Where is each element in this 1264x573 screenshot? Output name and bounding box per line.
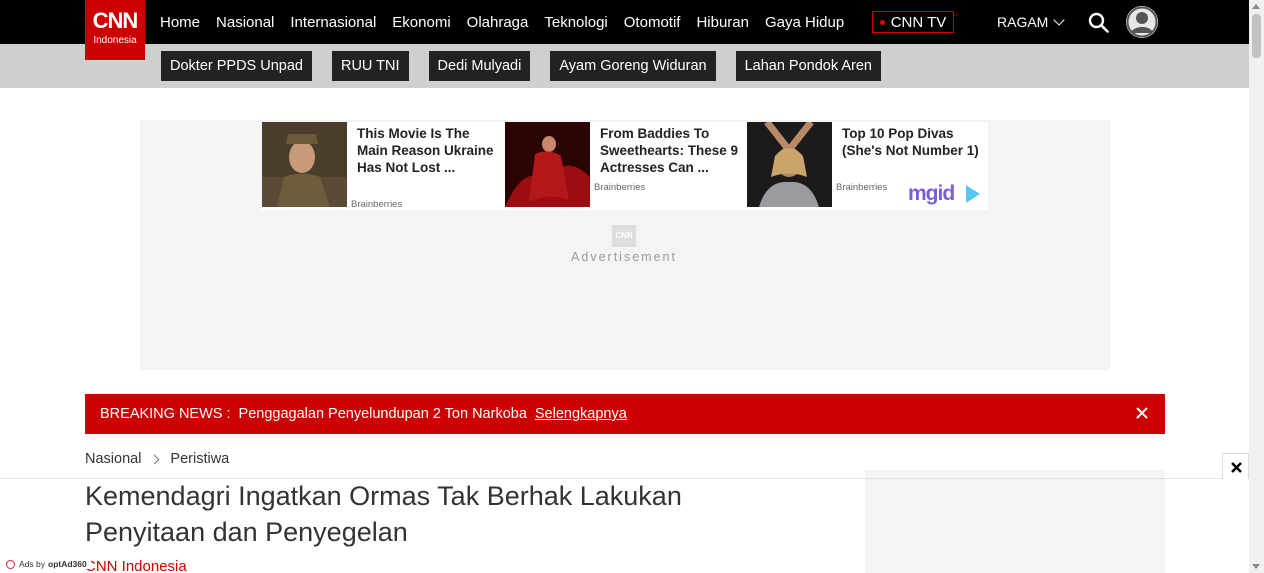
nav-item-teknologi[interactable]: Teknologi — [544, 14, 607, 31]
ad-card[interactable]: From Baddies To Sweethearts: These 9 Act… — [505, 122, 738, 210]
mgid-play-icon — [966, 185, 980, 203]
side-ad-placeholder — [865, 470, 1165, 573]
cnn-ad-mark-icon: CNN — [612, 225, 636, 247]
cnn-tv-button[interactable]: CNN TV — [872, 11, 954, 33]
ad-card[interactable]: This Movie Is The Main Reason Ukraine Ha… — [262, 122, 494, 210]
breadcrumb-item-peristiwa[interactable]: Peristiwa — [170, 451, 229, 467]
article-byline[interactable]: CNN Indonesia — [85, 558, 187, 573]
sticky-ad-border — [0, 478, 1249, 479]
scroll-up-arrow-icon[interactable] — [1252, 4, 1260, 9]
breaking-news-banner: BREAKING NEWS : Penggagalan Penyelundupa… — [85, 394, 1165, 434]
breaking-news-text[interactable]: Penggagalan Penyelundupan 2 Ton Narkoba — [239, 406, 527, 422]
tag-list: Dokter PPDS Unpad RUU TNI Dedi Mulyadi Ayam… — [161, 51, 901, 81]
live-dot-icon — [879, 19, 885, 25]
nav-item-hiburan[interactable]: Hiburan — [696, 14, 749, 31]
cnn-tv-label: CNN TV — [890, 13, 947, 31]
ad-thumbnail-image — [747, 122, 832, 207]
nav-item-olahraga[interactable]: Olahraga — [467, 14, 529, 31]
nav-item-home[interactable]: Home — [160, 14, 200, 31]
trending-tags-bar: Dokter PPDS Unpad RUU TNI Dedi Mulyadi Ayam… — [0, 44, 1249, 88]
chevron-down-icon — [1053, 14, 1066, 26]
tag-button[interactable]: Dokter PPDS Unpad — [161, 51, 312, 81]
ad-card-source: Brainberries — [351, 199, 403, 210]
ragam-label: RAGAM — [997, 14, 1049, 30]
tag-button[interactable]: Ayam Goreng Widuran — [550, 51, 716, 81]
optad-logo-icon — [6, 559, 15, 569]
nav-item-ekonomi[interactable]: Ekonomi — [392, 14, 450, 31]
breaking-news-label: BREAKING NEWS : — [100, 406, 231, 422]
mgid-ad-widget: This Movie Is The Main Reason Ukraine Ha… — [262, 122, 988, 210]
breaking-news-more-link[interactable]: Selengkapnya — [535, 406, 627, 422]
ad-thumbnail-image — [262, 122, 347, 207]
chevron-right-icon — [149, 454, 160, 464]
ad-card-source: Brainberries — [836, 182, 888, 193]
logo-main-text: CNN — [92, 8, 139, 33]
ad-card-title: This Movie Is The Main Reason Ukraine Ha… — [357, 126, 494, 175]
sticky-ad-close-button[interactable] — [1222, 453, 1249, 479]
scrollbar-thumb[interactable] — [1252, 14, 1261, 58]
nav-item-nasional[interactable]: Nasional — [216, 14, 274, 31]
nav-item-internasional[interactable]: Internasional — [290, 14, 376, 31]
ads-provider-text: optAd360 — [48, 559, 87, 569]
breadcrumb: Nasional Peristiwa — [85, 451, 229, 467]
ad-card-title: From Baddies To Sweethearts: These 9 Act… — [600, 126, 739, 175]
nav-item-otomotif[interactable]: Otomotif — [624, 14, 681, 31]
tag-button[interactable]: RUU TNI — [331, 51, 409, 81]
cnn-indonesia-logo[interactable]: CNN Indonesia — [85, 0, 145, 60]
search-icon[interactable] — [1088, 12, 1109, 33]
nav-item-gaya-hidup[interactable]: Gaya Hidup — [765, 14, 844, 31]
tag-button[interactable]: Dedi Mulyadi — [428, 51, 531, 81]
ragam-dropdown[interactable]: RAGAM — [997, 0, 1066, 44]
close-icon — [1231, 462, 1242, 473]
article-headline: Kemendagri Ingatkan Ormas Tak Berhak Lak… — [85, 481, 682, 547]
main-nav: Home Nasional Internasional Ekonomi Olahraga… — [160, 0, 860, 44]
ad-card-title: Top 10 Pop Divas (She's Not Number 1) — [842, 126, 979, 158]
advertisement-label: Advertisement — [571, 250, 677, 264]
top-navbar: Home Nasional Internasional Ekonomi Olahraga… — [0, 0, 1249, 44]
ad-card-source: Brainberries — [594, 182, 646, 193]
ads-by-label[interactable]: Ads by optAd360 — [6, 559, 91, 569]
ads-by-text: Ads by — [19, 559, 45, 569]
page-scrollbar[interactable] — [1249, 0, 1264, 573]
close-icon[interactable] — [1135, 406, 1149, 420]
breadcrumb-item-nasional[interactable]: Nasional — [85, 451, 141, 467]
ad-thumbnail-image — [505, 122, 590, 207]
logo-sub-text: Indonesia — [93, 35, 137, 46]
scroll-down-arrow-icon[interactable] — [1252, 564, 1260, 569]
mgid-logo[interactable]: mgid — [908, 182, 955, 206]
user-avatar-icon[interactable] — [1126, 6, 1158, 38]
tag-button[interactable]: Lahan Pondok Aren — [735, 51, 881, 81]
